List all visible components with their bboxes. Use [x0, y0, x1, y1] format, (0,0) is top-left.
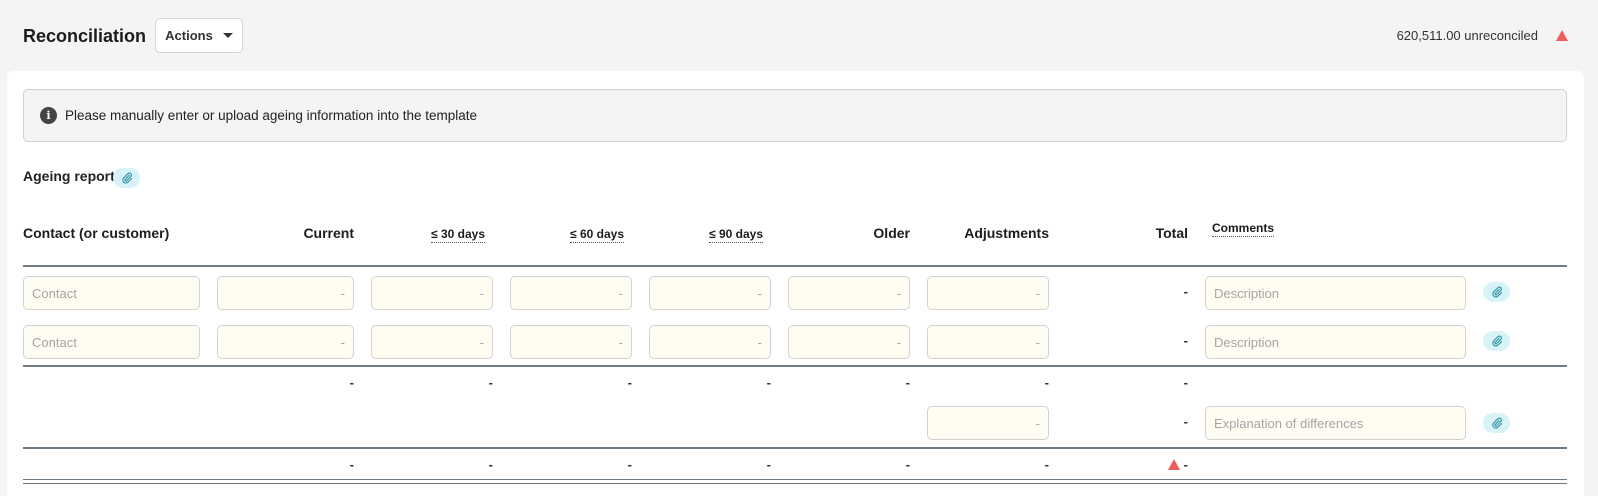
subtotal-older: - [905, 375, 910, 390]
double-rule-top [23, 479, 1567, 480]
subtotal-total: - [1183, 375, 1188, 390]
actions-button-label: Actions [165, 28, 213, 43]
column-header-60-days[interactable]: ≤ 60 days [570, 227, 624, 243]
60-days-input[interactable]: - [510, 276, 632, 310]
grand-total-adjustments: - [1044, 457, 1049, 472]
column-header-current: Current [303, 225, 354, 241]
section-title: Ageing report [23, 168, 115, 184]
subtotal-30-days: - [488, 375, 493, 390]
30-days-input[interactable]: - [371, 325, 493, 359]
subtotal-divider [23, 365, 1567, 367]
adjustments-input[interactable]: - [927, 325, 1049, 359]
description-input[interactable]: Description [1205, 325, 1466, 359]
header-divider [23, 265, 1567, 267]
actions-dropdown-button[interactable]: Actions [155, 18, 243, 53]
unreconciled-amount: 620,511.00 unreconciled [1396, 28, 1538, 43]
grand-total-older: - [905, 457, 910, 472]
column-header-90-days[interactable]: ≤ 90 days [709, 227, 763, 243]
grand-total-current: - [349, 457, 354, 472]
grand-total-60-days: - [627, 457, 632, 472]
subtotal-adjustments: - [1044, 375, 1049, 390]
column-header-adjustments: Adjustments [964, 225, 1049, 241]
30-days-input[interactable]: - [371, 276, 493, 310]
subtotal-current: - [349, 375, 354, 390]
double-rule-bottom [23, 483, 1567, 484]
paperclip-icon[interactable] [1483, 413, 1510, 433]
paperclip-icon[interactable] [1483, 282, 1510, 302]
warning-triangle-icon [1168, 459, 1180, 470]
explanation-input[interactable]: Explanation of differences [1205, 406, 1466, 440]
page-header: Reconciliation Actions 620,511.00 unreco… [0, 0, 1598, 72]
subtotal-90-days: - [766, 375, 771, 390]
info-banner: i Please manually enter or upload ageing… [23, 89, 1567, 142]
current-input[interactable]: - [217, 325, 354, 359]
column-header-older: Older [873, 225, 910, 241]
column-header-comments[interactable]: Comments [1212, 221, 1275, 237]
grand-total-divider [23, 447, 1567, 449]
row-total: - [1183, 333, 1188, 348]
difference-adjustments-input[interactable]: - [927, 406, 1049, 440]
warning-triangle-icon [1556, 30, 1568, 41]
description-input[interactable]: Description [1205, 276, 1466, 310]
paperclip-icon[interactable] [1483, 331, 1510, 351]
row-total: - [1183, 284, 1188, 299]
60-days-input[interactable]: - [510, 325, 632, 359]
current-input[interactable]: - [217, 276, 354, 310]
grand-total-total: - [1183, 457, 1188, 472]
caret-down-icon [222, 33, 233, 38]
difference-total: - [1183, 414, 1188, 429]
info-icon: i [40, 107, 57, 124]
older-input[interactable]: - [788, 325, 910, 359]
column-header-total: Total [1155, 225, 1188, 241]
older-input[interactable]: - [788, 276, 910, 310]
paperclip-icon[interactable] [113, 168, 140, 188]
contact-input[interactable]: Contact [23, 276, 200, 310]
info-message: Please manually enter or upload ageing i… [65, 108, 478, 123]
adjustments-input[interactable]: - [927, 276, 1049, 310]
column-header-30-days[interactable]: ≤ 30 days [431, 227, 485, 243]
grand-total-30-days: - [488, 457, 493, 472]
subtotal-60-days: - [627, 375, 632, 390]
column-header-contact: Contact (or customer) [23, 225, 170, 241]
90-days-input[interactable]: - [649, 325, 771, 359]
page-title: Reconciliation [23, 26, 147, 46]
90-days-input[interactable]: - [649, 276, 771, 310]
contact-input[interactable]: Contact [23, 325, 200, 359]
grand-total-90-days: - [766, 457, 771, 472]
